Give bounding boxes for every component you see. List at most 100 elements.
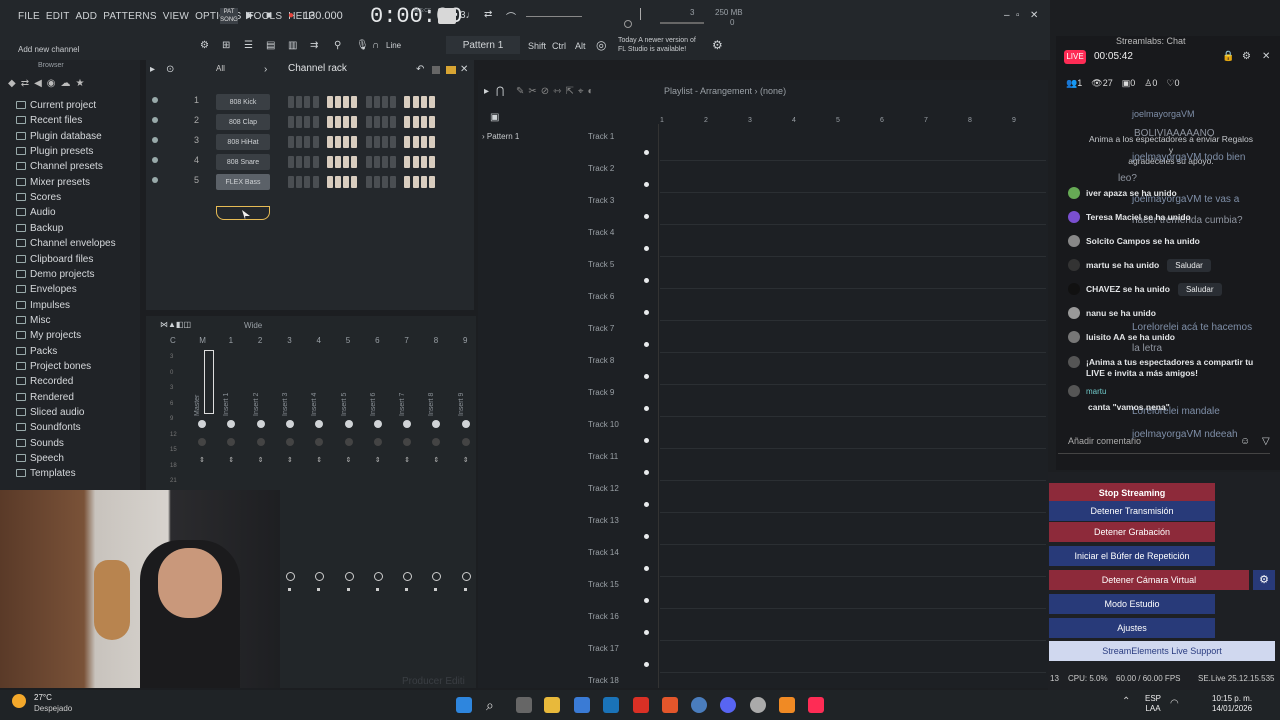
pan-knob[interactable] [373, 420, 382, 428]
step-button[interactable] [365, 156, 372, 168]
rack-steps-icon[interactable] [446, 66, 456, 74]
track-header[interactable]: Track 10 [588, 420, 619, 429]
chat-user[interactable]: martu [1086, 387, 1106, 396]
chat-user[interactable]: luisito AA [1086, 332, 1125, 342]
step-button[interactable] [351, 136, 358, 148]
track-enable-dot[interactable] [644, 214, 649, 219]
browser-item[interactable]: Channel presets [16, 161, 103, 172]
step-button[interactable] [335, 136, 341, 148]
track-header[interactable]: Track 2 [588, 164, 614, 173]
channel-name-button[interactable]: 808 Clap [216, 114, 270, 130]
step-button[interactable] [420, 96, 427, 108]
track-enable-dot[interactable] [644, 374, 649, 379]
step-button[interactable] [312, 96, 319, 108]
streamelements-support-button[interactable]: StreamElements Live Support [1049, 641, 1275, 661]
browser-item[interactable]: Demo projects [16, 269, 94, 280]
step-button[interactable] [390, 116, 397, 128]
step-button[interactable] [351, 96, 358, 108]
step-button[interactable] [343, 156, 350, 168]
pan-knob[interactable] [403, 420, 412, 428]
rack-filter[interactable]: All [216, 64, 225, 73]
online-icon[interactable]: ⚙ [712, 38, 723, 52]
track-enable-dot[interactable] [644, 278, 649, 283]
step-button[interactable] [382, 136, 388, 148]
mixer-menu-icon[interactable]: ⋈▲◧◫ [160, 320, 191, 329]
track-header[interactable]: Track 11 [588, 452, 618, 461]
mixer-strip-name[interactable]: Insert 2 [253, 393, 260, 416]
pat-song-toggle[interactable]: PAT SONG [220, 8, 238, 24]
browser-item[interactable]: Scores [16, 192, 61, 203]
chat-user[interactable]: CHAVEZ [1086, 284, 1120, 294]
main-menu[interactable]: FILE EDIT ADD PATTERNS VIEW OPTIONS TOOLS HELP [18, 11, 321, 22]
metronome-icon[interactable] [438, 8, 456, 24]
step-button[interactable] [288, 116, 294, 128]
mixer-mode[interactable]: Wide [244, 321, 262, 330]
browser-item[interactable]: Mixer presets [16, 177, 90, 188]
tray-icons[interactable]: ⌃ [1122, 696, 1130, 707]
channel-mute-icon[interactable] [152, 177, 158, 183]
menu-add[interactable]: ADD [76, 11, 98, 22]
step-button[interactable] [326, 96, 333, 108]
file-explorer-icon[interactable] [544, 697, 560, 713]
channel-mute-icon[interactable] [152, 137, 158, 143]
step-button[interactable] [326, 116, 333, 128]
greet-button[interactable]: Saludar [1167, 259, 1211, 272]
step-button[interactable] [404, 96, 411, 108]
volume-knob[interactable] [256, 438, 265, 446]
step-button[interactable] [335, 96, 341, 108]
step-button[interactable] [390, 176, 397, 188]
discord-icon[interactable] [720, 697, 736, 713]
route-arrows-icon[interactable]: ⇕ [463, 456, 469, 476]
step-button[interactable] [373, 156, 380, 168]
channel-name-button[interactable]: 808 Kick [216, 94, 270, 110]
playlist-icon[interactable]: ☰ [244, 40, 253, 51]
mixer-strip-name[interactable]: Insert 4 [311, 393, 318, 416]
track-header[interactable]: Track 8 [588, 356, 614, 365]
step-button[interactable] [312, 136, 319, 148]
pattern-selector[interactable]: Pattern 1 [446, 36, 520, 54]
step-button[interactable] [288, 176, 294, 188]
mixer-strip-name[interactable]: Master [194, 395, 201, 416]
browser-item[interactable]: Envelopes [16, 284, 77, 295]
browser-item[interactable]: Audio [16, 207, 56, 218]
route-arrows-icon[interactable]: ⇕ [433, 456, 439, 476]
browser-item[interactable]: Channel envelopes [16, 238, 116, 249]
step-button[interactable] [312, 116, 319, 128]
close-button[interactable]: ✕ [1030, 10, 1038, 21]
app-icon[interactable] [603, 697, 619, 713]
plugin-icon[interactable]: ⚲ [334, 40, 341, 51]
channel-mute-icon[interactable] [152, 157, 158, 163]
mixer-strip-name[interactable]: Insert 9 [458, 393, 465, 416]
obs-icon[interactable] [750, 697, 766, 713]
volume-knob[interactable] [227, 438, 236, 446]
step-button[interactable] [335, 156, 341, 168]
step-button[interactable] [429, 136, 435, 148]
rack-arrow-icon[interactable]: ▸ [150, 64, 155, 75]
channel-name-button[interactable]: 808 HiHat [216, 134, 270, 150]
track-header[interactable]: Track 13 [588, 516, 619, 525]
step-button[interactable] [326, 176, 333, 188]
step-button[interactable] [404, 156, 411, 168]
track-enable-dot[interactable] [644, 150, 649, 155]
step-button[interactable] [373, 136, 380, 148]
step-button[interactable] [404, 116, 411, 128]
track-header[interactable]: Track 4 [588, 228, 614, 237]
step-button[interactable] [351, 176, 358, 188]
track-enable-dot[interactable] [644, 438, 649, 443]
pan-knob[interactable] [344, 420, 353, 428]
weather-desc[interactable]: Despejado [34, 704, 72, 713]
track-enable-dot[interactable] [644, 566, 649, 571]
browser-item[interactable]: Backup [16, 223, 63, 234]
step-button[interactable] [351, 156, 358, 168]
volume-knob[interactable] [373, 438, 382, 446]
step-button[interactable] [351, 116, 358, 128]
send-icon[interactable]: ▽ [1262, 436, 1270, 447]
step-button[interactable] [429, 116, 435, 128]
rack-filter-arrow-icon[interactable]: › [264, 64, 267, 75]
step-button[interactable] [288, 156, 294, 168]
microphone-icon[interactable]: 🎙 [356, 40, 369, 51]
step-button[interactable] [382, 96, 388, 108]
pan-knob[interactable] [432, 420, 441, 428]
volume-knob[interactable] [344, 438, 353, 446]
pan-knob[interactable] [315, 420, 324, 428]
